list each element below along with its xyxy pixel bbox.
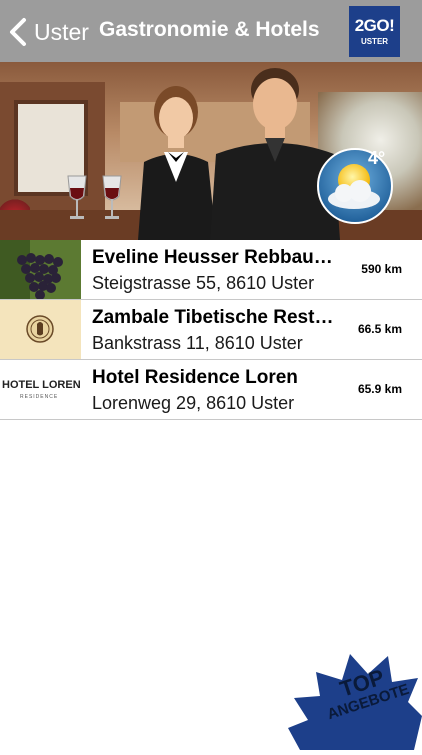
listing-address: Lorenweg 29, 8610 Uster <box>92 393 295 413</box>
listing-name: Hotel Residence Loren <box>92 367 298 388</box>
wine-glass-left <box>67 175 87 219</box>
list-item[interactable]: Eveline Heusser Rebbau… Steigstrasse 55,… <box>0 240 422 300</box>
list-item[interactable]: Zambale Tibetische Rest… Bankstrass 11, … <box>0 300 422 360</box>
app-logo-sub-text: USTER <box>360 37 389 46</box>
wine-glass-right <box>102 175 122 219</box>
listing-list: Eveline Heusser Rebbau… Steigstrasse 55,… <box>0 240 422 420</box>
hotel-loren-logo-subtext: RESIDENCE <box>20 394 59 400</box>
listing-distance: 65.9 km <box>357 382 402 396</box>
hotel-loren-logo: HOTEL LOREN RESIDENCE <box>0 360 81 419</box>
tibetan-emblem <box>0 300 81 359</box>
listing-name: Eveline Heusser Rebbau… <box>92 247 333 268</box>
page-title: Gastronomie & Hotels <box>99 18 320 41</box>
navigation-bar: Uster Gastronomie & Hotels 2GO! USTER <box>0 0 422 62</box>
list-item[interactable]: HOTEL LOREN RESIDENCE Hotel Residence Lo… <box>0 360 422 420</box>
grapes-photo <box>0 240 81 299</box>
hotel-loren-logo-text: HOTEL LOREN <box>2 379 81 391</box>
grapes-icon <box>0 240 81 299</box>
listing-distance: 590 km <box>361 262 402 276</box>
weather-temperature: 4° <box>368 148 386 168</box>
listing-distance: 66.5 km <box>357 322 402 336</box>
listing-name: Zambale Tibetische Rest… <box>92 307 334 328</box>
waitress-figure <box>138 86 216 240</box>
app-logo[interactable]: 2GO! USTER <box>349 6 400 57</box>
emblem-icon <box>0 300 81 359</box>
chevron-left-icon <box>10 18 26 46</box>
app-logo-main-text: 2GO! <box>354 16 395 35</box>
listing-address: Bankstrass 11, 8610 Uster <box>92 333 303 353</box>
back-button-label: Uster <box>34 18 89 45</box>
top-offers-button[interactable]: TOP ANGEBOTE <box>280 636 422 750</box>
back-button[interactable]: Uster <box>8 14 89 50</box>
listing-address: Steigstrasse 55, 8610 Uster <box>92 273 315 293</box>
